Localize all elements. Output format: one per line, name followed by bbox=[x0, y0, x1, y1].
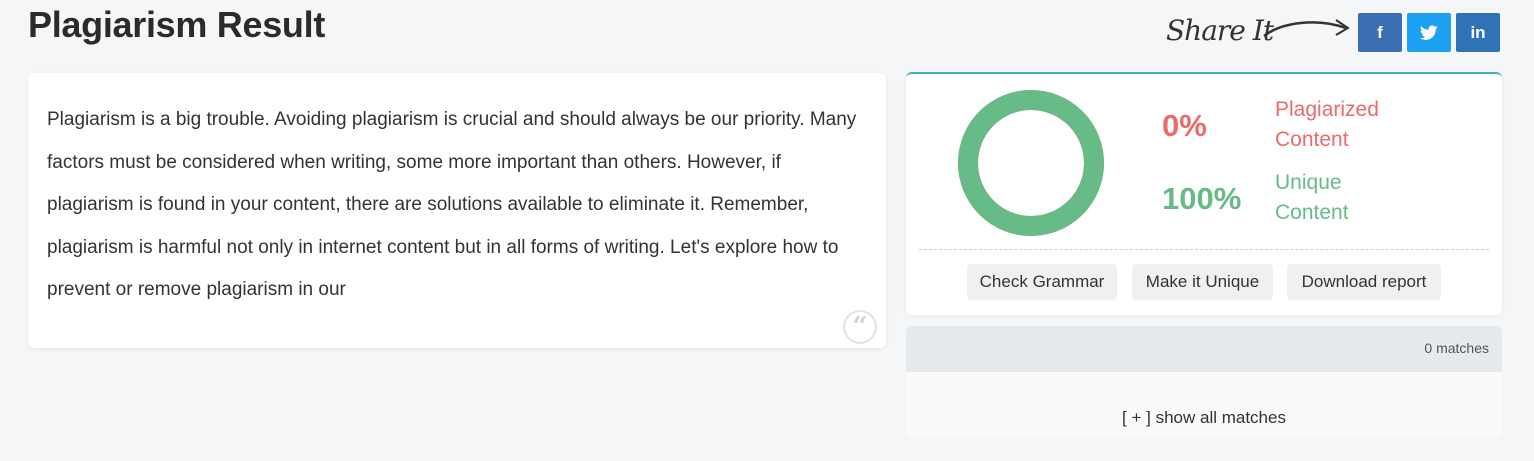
show-all-matches-link[interactable]: [ + ] show all matches bbox=[906, 408, 1502, 428]
unique-percent: 100% bbox=[1162, 181, 1242, 216]
result-card: 0% Plagiarized Content 100% Unique Conte… bbox=[906, 72, 1502, 315]
unique-label: Unique Content bbox=[1275, 171, 1349, 224]
share-twitter-button[interactable] bbox=[1407, 13, 1451, 52]
facebook-icon: f bbox=[1377, 22, 1383, 42]
download-report-button[interactable]: Download report bbox=[1287, 264, 1441, 300]
plagiarized-label: Plagiarized Content bbox=[1275, 98, 1379, 151]
divider bbox=[919, 249, 1489, 250]
unique-ring bbox=[958, 90, 1104, 236]
share-facebook-button[interactable]: f bbox=[1358, 13, 1402, 52]
share-linkedin-button[interactable]: in bbox=[1456, 13, 1500, 52]
linkedin-icon: in bbox=[1470, 22, 1486, 42]
result-donut-chart bbox=[958, 90, 1104, 236]
make-unique-button[interactable]: Make it Unique bbox=[1132, 264, 1273, 300]
twitter-icon bbox=[1420, 25, 1438, 40]
arrow-icon bbox=[1263, 19, 1350, 38]
page-title: Plagiarism Result bbox=[28, 4, 326, 45]
matches-header: 0 matches bbox=[906, 326, 1502, 372]
matches-count: 0 matches bbox=[1424, 340, 1489, 356]
quote-icon[interactable]: “ bbox=[843, 310, 877, 344]
checked-text: Plagiarism is a big trouble. Avoiding pl… bbox=[47, 109, 857, 300]
matches-panel: 0 matches [ + ] show all matches bbox=[906, 326, 1502, 437]
plagiarized-percent: 0% bbox=[1162, 108, 1207, 143]
share-label: Share It bbox=[1166, 14, 1274, 47]
text-card: Plagiarism is a big trouble. Avoiding pl… bbox=[28, 73, 886, 348]
check-grammar-button[interactable]: Check Grammar bbox=[967, 264, 1117, 300]
